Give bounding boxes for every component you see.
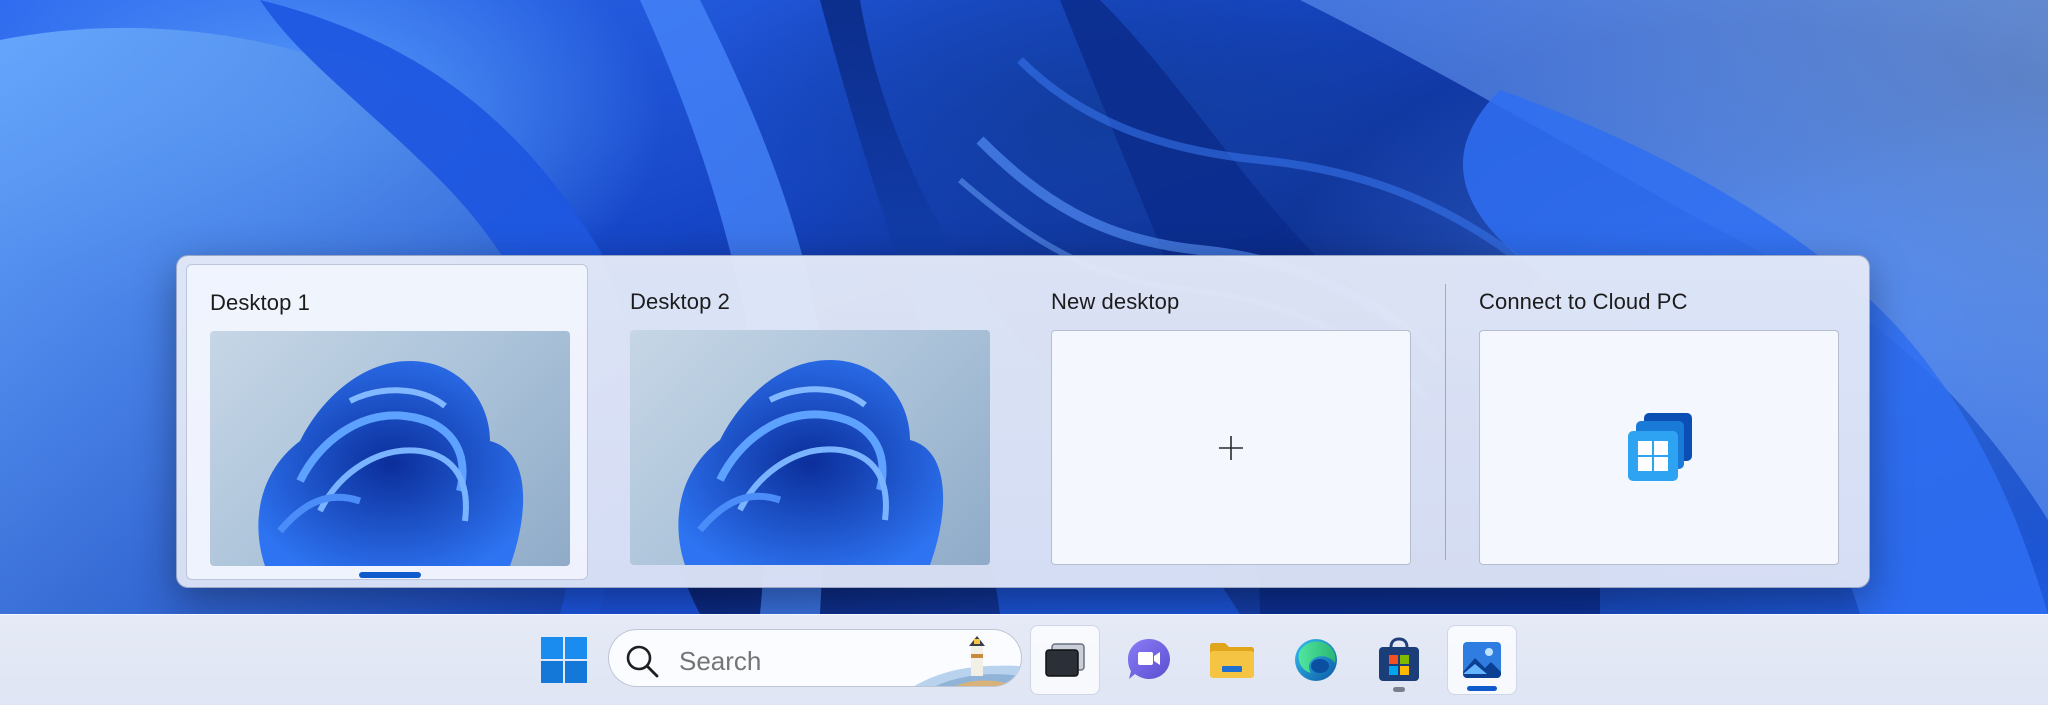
new-desktop-label: New desktop [1051, 289, 1180, 314]
windows-365-icon [1628, 412, 1692, 481]
active-app-indicator [1467, 686, 1497, 691]
folder-icon [1210, 643, 1254, 678]
taskbar-photos-button[interactable] [1447, 625, 1517, 695]
search-input[interactable] [677, 645, 901, 678]
taskbar [0, 614, 2048, 705]
taskbar-file-explorer-button[interactable] [1197, 625, 1267, 695]
virtual-desktops-flyout: Desktop 1 Desktop 2 New desktop Connect … [176, 255, 1870, 588]
lighthouse-icon [914, 636, 1021, 686]
desktop-1-label: Desktop 1 [210, 290, 310, 315]
desktop-card-2[interactable]: Desktop 2 [607, 264, 1009, 580]
task-view-icon [1045, 643, 1085, 677]
windows-logo-icon [541, 637, 587, 683]
taskbar-meet-button[interactable] [1114, 625, 1184, 695]
taskbar-search-box[interactable] [608, 629, 1022, 687]
taskbar-store-button[interactable] [1364, 625, 1434, 695]
current-desktop-indicator [359, 572, 421, 578]
running-indicator [1393, 687, 1405, 692]
desktop-card-1[interactable]: Desktop 1 [186, 264, 588, 580]
video-camera-icon [1128, 639, 1170, 679]
new-desktop-card[interactable]: New desktop [1028, 264, 1430, 580]
taskbar-task-view-button[interactable] [1030, 625, 1100, 695]
start-button[interactable] [529, 625, 599, 695]
plus-icon [1219, 435, 1243, 460]
store-bag-icon [1379, 637, 1419, 681]
bloom-wallpaper-icon [258, 361, 524, 566]
desktop-2-label: Desktop 2 [630, 289, 730, 314]
desktop-1-thumbnail[interactable] [210, 331, 570, 566]
taskbar-edge-button[interactable] [1281, 625, 1351, 695]
photos-icon [1463, 642, 1501, 678]
edge-icon [1295, 639, 1337, 681]
flyout-divider [1445, 284, 1446, 560]
desktop-2-thumbnail[interactable] [630, 330, 990, 565]
new-desktop-button[interactable] [1051, 330, 1411, 565]
connect-cloud-pc-button[interactable] [1479, 330, 1839, 565]
cloud-pc-label: Connect to Cloud PC [1479, 289, 1688, 314]
cloud-pc-card[interactable]: Connect to Cloud PC [1456, 264, 1858, 580]
search-icon [626, 645, 659, 678]
bloom-wallpaper-icon [678, 360, 944, 565]
